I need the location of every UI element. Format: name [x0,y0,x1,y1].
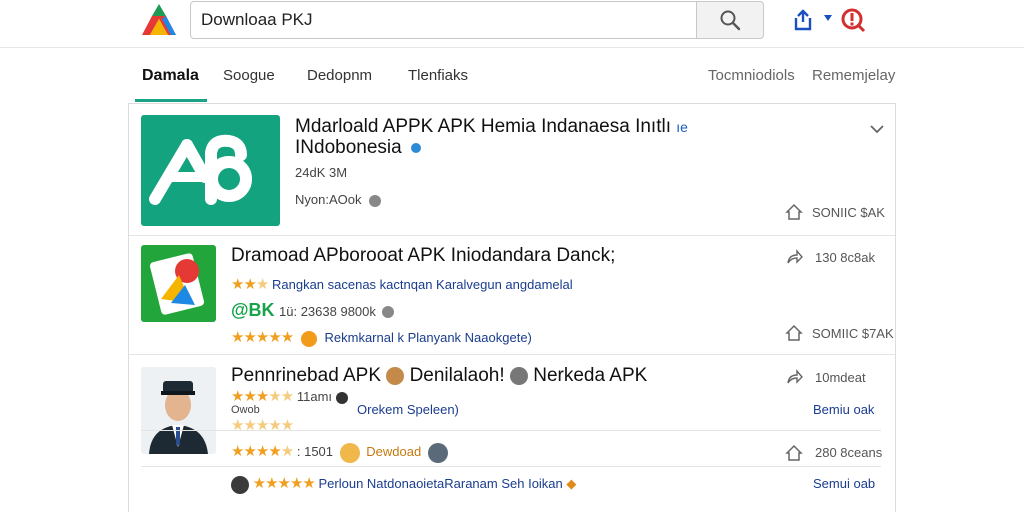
tab-rememjelay[interactable]: Rememjelay [812,67,895,89]
avatar [141,367,216,454]
search-icon [720,10,741,31]
top-header [0,0,1024,48]
globe-icon [382,305,395,318]
avatar [427,442,448,463]
tab-soogue[interactable]: Soogue [223,67,275,89]
home-icon[interactable] [785,444,803,462]
result-extra: ★★★★★ Rekmkarnal k Planyank Naaokgete) [231,329,532,347]
fire-icon: ◆ [566,476,577,491]
avatar [509,366,528,385]
share-icon[interactable] [785,368,803,386]
globe-icon [369,194,382,207]
result-version: Nyon:AOok [295,192,382,207]
rating-stars: ★★★★★ [231,443,294,460]
result-side-label: SONIIC $AK [812,205,885,220]
search-button[interactable] [697,1,764,39]
app-thumbnail[interactable] [141,115,280,226]
rating-stars: ★★★★★ [231,388,294,405]
rating-stars: ★★★ [231,276,269,293]
result-rating-row: ★★★★★ [231,416,294,435]
result-description: ★★★ Rangkan sacenas kactnqan Karalvegun … [231,276,573,293]
result-title[interactable]: Mdarloald APPK APK Hemia Indanaesa Inıtl… [295,116,688,138]
alert-icon[interactable] [840,7,866,33]
search-box[interactable] [190,1,697,39]
upload-icon[interactable] [792,8,814,32]
row-divider [129,235,895,236]
share-icon[interactable] [785,248,803,266]
rating-stars: ★★★★★ [231,417,294,434]
search-input[interactable] [191,2,696,38]
result-description: Orekem Speleen) [357,402,459,417]
tab-tlenfiaks[interactable]: Tlenfiaks [408,67,468,89]
result-meta-row: @BK 1ü: 23638 9800k [231,300,395,321]
result-side-link[interactable]: Bemiu oak [813,402,874,417]
row-divider [129,354,895,355]
result-line: ★★★★★ Perloun NatdonaoietaRaranam Seh Io… [231,474,576,494]
app-thumbnail[interactable] [141,367,216,454]
verified-icon [410,142,421,153]
app-logo-icon [149,253,205,315]
avatar [231,475,249,494]
result-size: 24dK 3M [295,165,348,180]
result-rating-row: ★★★★★ 11amı [231,387,348,405]
result-title-line2[interactable]: INdobonesia [295,137,421,159]
app-logo-icon[interactable] [140,2,178,38]
chevron-down-icon[interactable] [868,120,886,138]
result-meta: Owob [231,404,260,416]
avatar [386,366,405,385]
chevron-down-icon[interactable] [823,14,833,22]
result-side-label: SOMIIC $7AK [812,326,894,341]
home-icon[interactable] [785,203,803,221]
avatar [339,442,360,463]
home-icon[interactable] [785,324,803,342]
app-thumbnail[interactable] [141,245,216,322]
result-title[interactable]: Dramoad APborooat APK Iniodandara Danck; [231,245,615,267]
result-line: ★★★★★ : 1501 Dewdoad [231,442,448,463]
results-panel: Mdarloald APPK APK Hemia Indanaesa Inıtl… [128,103,896,512]
rating-stars: ★★★★★ [231,329,294,346]
globe-icon [335,391,348,404]
tab-dedopnm[interactable]: Dedopnm [307,67,372,89]
result-side-label: 280 8ceans [815,445,883,460]
row-divider [141,466,881,467]
result-side-label: 130 8c8ak [815,250,875,265]
row-divider [141,430,881,431]
result-side-label: 10mdeat [815,370,866,385]
app-logo-icon [149,134,252,205]
result-title[interactable]: Pennrinebad APK Denilalaoh! Nerkeda APK [231,365,647,387]
result-side-link[interactable]: Semui oab [813,476,875,491]
tab-damala[interactable]: Damala [142,67,199,89]
rating-stars: ★★★★★ [252,475,316,492]
tab-tocmniodiols[interactable]: Tocmniodiols [708,67,795,89]
active-tab-indicator [135,99,207,102]
badge: @BK [231,300,275,320]
reaction-icon [300,330,317,347]
